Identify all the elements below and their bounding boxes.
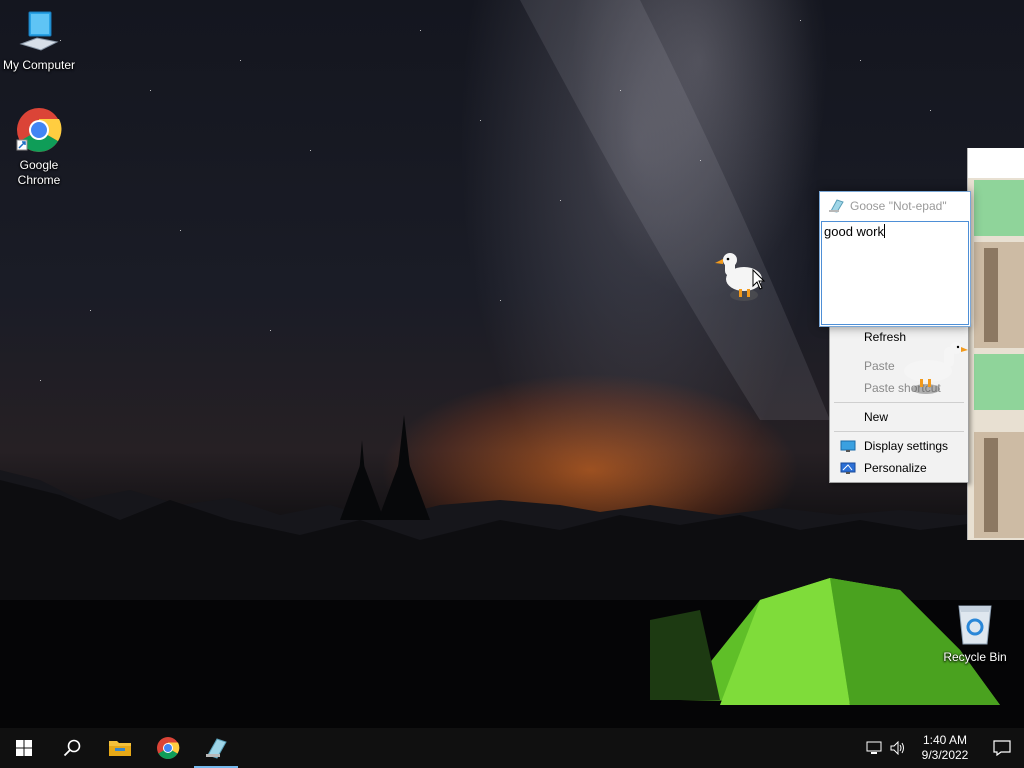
notepad-text: good work <box>824 224 884 239</box>
notepad-title: Goose "Not-epad" <box>850 199 947 213</box>
desktop-context-menu: Refresh Paste Paste shortcut New Display… <box>829 322 969 483</box>
network-button[interactable] <box>862 728 886 768</box>
image-panel <box>974 242 1024 348</box>
notepad-titlebar[interactable]: Goose "Not-epad" <box>820 192 970 220</box>
desktop-icon-recycle-bin[interactable]: Recycle Bin <box>937 600 1013 665</box>
clock-date: 9/3/2022 <box>921 748 969 762</box>
display-icon <box>840 440 856 452</box>
clock[interactable]: 1:40 AM 9/3/2022 <box>910 733 980 763</box>
star <box>270 330 271 331</box>
partial-window-titlebar[interactable] <box>968 148 1024 178</box>
desktop-icon-label: Recycle Bin <box>943 650 1007 664</box>
desktop-icon-label: Google Chrome <box>17 158 61 187</box>
image-panel <box>974 354 1024 410</box>
search-button[interactable] <box>48 728 96 768</box>
partial-window[interactable] <box>967 148 1024 540</box>
star <box>500 300 501 301</box>
star <box>860 60 861 61</box>
menu-item-new[interactable]: New <box>864 409 888 425</box>
start-button[interactable] <box>0 728 48 768</box>
system-tray: 1:40 AM 9/3/2022 <box>862 728 1024 768</box>
image-panel <box>974 432 1024 538</box>
chrome-icon <box>157 737 180 759</box>
network-icon <box>866 741 882 754</box>
star <box>420 30 421 31</box>
recycle-bin-icon <box>958 605 992 645</box>
image-panel <box>974 180 1024 236</box>
desktop-icon-google-chrome[interactable]: Google Chrome <box>1 106 77 188</box>
taskbar-file-explorer[interactable] <box>96 728 144 768</box>
star <box>700 160 701 161</box>
menu-separator <box>834 402 964 403</box>
notepad-icon <box>206 738 227 759</box>
star <box>240 60 241 61</box>
taskbar-goose-notepad[interactable] <box>192 728 240 768</box>
desktop-icon-label: My Computer <box>2 58 76 72</box>
notepad-icon <box>829 199 844 213</box>
star <box>480 120 481 121</box>
volume-button[interactable] <box>886 728 910 768</box>
computer-icon <box>19 11 59 51</box>
desktop-icon-my-computer[interactable]: My Computer <box>1 10 77 73</box>
windows-logo-icon <box>16 740 32 756</box>
folder-icon <box>109 741 131 756</box>
goose-notepad-window[interactable]: Goose "Not-epad" good work <box>819 191 971 327</box>
mouse-cursor-icon <box>752 269 766 290</box>
clock-time: 1:40 AM <box>922 733 968 747</box>
star <box>560 200 561 201</box>
search-icon <box>63 739 81 757</box>
star <box>150 90 151 91</box>
star <box>800 20 801 21</box>
notification-button[interactable] <box>980 728 1024 768</box>
notepad-text-area[interactable]: good work <box>821 221 969 325</box>
star <box>310 150 311 151</box>
notification-icon <box>993 740 1011 756</box>
star <box>180 230 181 231</box>
star <box>620 90 621 91</box>
volume-icon <box>890 741 904 755</box>
star <box>90 310 91 311</box>
chrome-icon <box>16 108 62 152</box>
personalize-icon <box>840 462 856 474</box>
star <box>40 380 41 381</box>
taskbar: 1:40 AM 9/3/2022 <box>0 728 1024 768</box>
taskbar-chrome[interactable] <box>144 728 192 768</box>
menu-item-paste[interactable]: Paste <box>864 358 895 374</box>
menu-separator <box>834 431 964 432</box>
menu-item-display-settings[interactable]: Display settings <box>864 438 948 454</box>
text-caret <box>883 224 885 238</box>
star <box>930 110 931 111</box>
goose-sprite <box>904 342 968 394</box>
menu-item-personalize[interactable]: Personalize <box>864 460 927 476</box>
